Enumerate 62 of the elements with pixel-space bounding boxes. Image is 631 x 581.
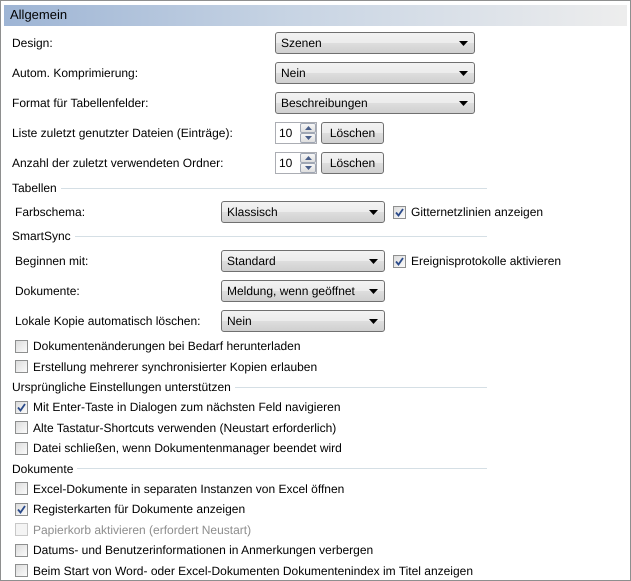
spin-down-button[interactable] (300, 163, 316, 173)
dropdown[interactable]: Meldung, wenn geöffnet (221, 280, 385, 302)
field-label: Liste zuletzt genutzter Dateien (Einträge): (12, 126, 234, 140)
checkbox-label[interactable]: Alte Tastatur-Shortcuts verwenden (Neustart erforderlich) (33, 420, 336, 435)
down-arrow-icon (304, 166, 312, 170)
number-field[interactable]: 10 (275, 152, 317, 174)
up-arrow-icon (304, 126, 312, 130)
section-title: Ursprüngliche Einstellungen unterstützen (12, 380, 232, 394)
dropdown[interactable]: Nein (221, 310, 385, 332)
checkbox[interactable] (15, 502, 28, 516)
panel-title: Allgemein (4, 5, 627, 27)
checkbox[interactable] (15, 400, 28, 414)
down-arrow-icon (304, 136, 312, 140)
field-label: Dokumente: (15, 284, 81, 298)
dropdown[interactable]: Klassisch (221, 201, 385, 223)
checkbox-label[interactable]: Mit Enter-Taste in Dialogen zum nächsten Feld navigieren (33, 400, 340, 414)
checkbox-label[interactable]: Beim Start von Word- oder Excel-Dokumenten Dokumentenindex im Titel anzeigen (33, 564, 473, 578)
checkbox[interactable] (15, 482, 28, 496)
checkbox-label[interactable]: Ereignisprotokolle aktivieren (411, 254, 562, 268)
checkbox[interactable] (15, 564, 28, 578)
checkbox[interactable] (393, 254, 406, 268)
caret-icon (459, 100, 468, 106)
section-title: Tabellen (12, 181, 58, 195)
dropdown[interactable]: Szenen (275, 32, 475, 54)
field-label: Farbschema: (15, 205, 86, 219)
section-title: Dokumente (12, 462, 74, 476)
clear-button[interactable]: Löschen (321, 152, 384, 174)
checkbox[interactable] (15, 360, 28, 374)
section-title: SmartSync (12, 229, 72, 243)
dropdown[interactable]: Nein (275, 62, 475, 84)
checkbox-label[interactable]: Gitternetzlinien anzeigen (411, 205, 544, 219)
caret-icon (459, 40, 468, 46)
spin-up-button[interactable] (300, 123, 316, 133)
checkbox-label[interactable]: Erstellung mehrerer synchronisierter Kopien erlauben (33, 360, 318, 374)
checkbox-label[interactable]: Excel-Dokumente in separaten Instanzen von Excel öffnen (33, 482, 344, 496)
number-field[interactable]: 10 (275, 122, 317, 144)
caret-icon (369, 288, 378, 294)
caret-icon (369, 210, 378, 214)
caret-icon (459, 70, 468, 76)
field-label: Design: (12, 36, 54, 50)
field-label: Format für Tabellenfelder: (12, 96, 150, 110)
checkbox-label[interactable]: Dokumentenänderungen bei Bedarf herunterladen (33, 339, 301, 354)
clear-button[interactable]: Löschen (321, 122, 384, 144)
spin-down-button[interactable] (300, 133, 316, 143)
dropdown[interactable]: Beschreibungen (275, 92, 475, 114)
up-arrow-icon (304, 156, 312, 160)
field-label: Beginnen mit: (15, 254, 90, 268)
field-label: Anzahl der zuletzt verwendeten Ordner: (12, 156, 224, 170)
checkbox[interactable] (15, 544, 28, 557)
spin-up-button[interactable] (300, 153, 316, 163)
field-label: Lokale Kopie automatisch löschen: (15, 314, 202, 328)
checkbox-label[interactable]: Datums- und Benutzerinformationen in Anmerkungen verbergen (33, 543, 374, 558)
caret-icon (369, 318, 378, 324)
dropdown[interactable]: Standard (221, 250, 385, 272)
checkbox-label[interactable]: Registerkarten für Dokumente anzeigen (33, 502, 246, 516)
checkbox[interactable] (15, 442, 28, 455)
caret-icon (369, 258, 378, 264)
checkbox-label[interactable]: Datei schließen, wenn Dokumentenmanager beendet wird (33, 441, 342, 456)
checkbox[interactable] (15, 421, 28, 434)
field-label: Autom. Komprimierung: (12, 66, 140, 80)
checkbox[interactable] (393, 206, 406, 218)
checkbox[interactable] (15, 340, 28, 353)
